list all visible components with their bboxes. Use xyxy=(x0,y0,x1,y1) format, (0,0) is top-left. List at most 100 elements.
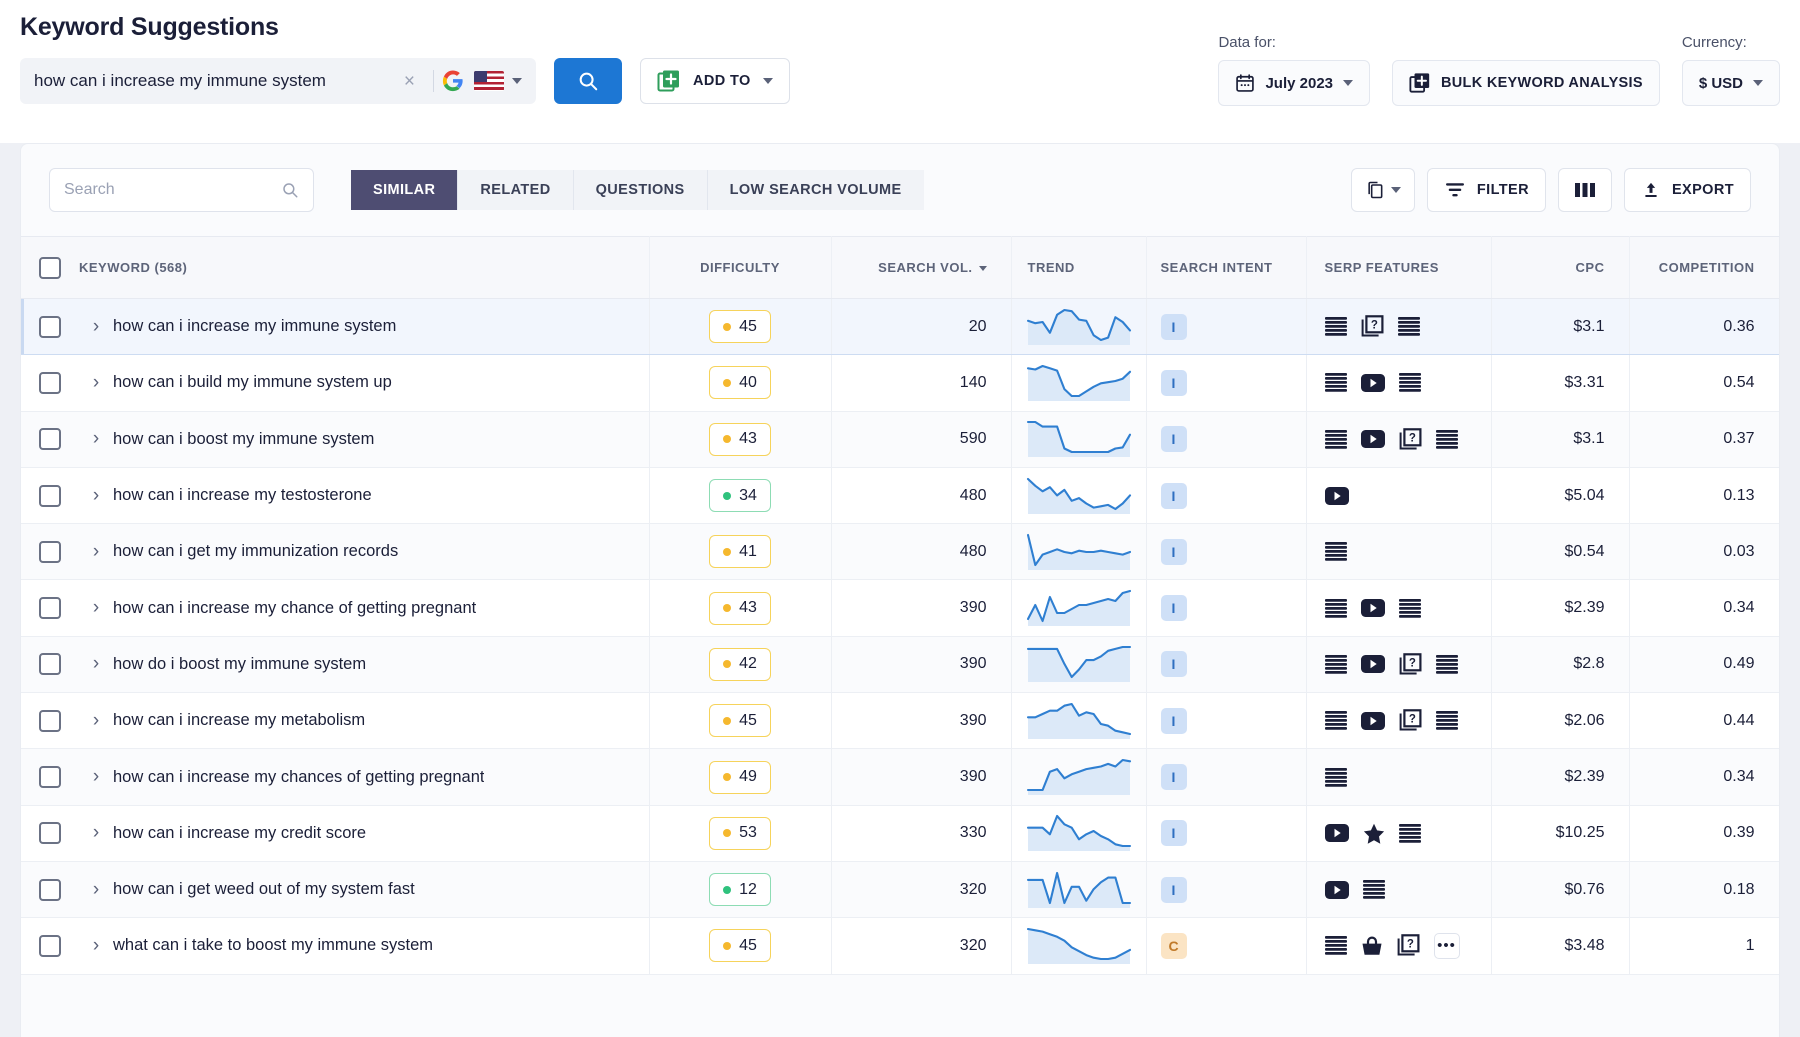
trend-cell[interactable] xyxy=(1011,467,1146,523)
tab-related[interactable]: RELATED xyxy=(458,170,573,210)
serp-snippet-icon[interactable] xyxy=(1325,936,1347,955)
serp-organic-icon[interactable] xyxy=(1325,768,1347,787)
serp-video-icon[interactable] xyxy=(1325,881,1349,899)
difficulty-badge[interactable]: 41 xyxy=(709,535,771,568)
chevron-down-icon[interactable] xyxy=(1343,80,1353,86)
table-row[interactable]: › how can i build my immune system up 40… xyxy=(21,355,1779,411)
search-intent-badge[interactable]: I xyxy=(1161,708,1187,734)
table-row[interactable]: › how can i increase my metabolism 45 39… xyxy=(21,693,1779,749)
difficulty-badge[interactable]: 45 xyxy=(709,704,771,737)
serp-snippet-icon[interactable] xyxy=(1325,711,1347,730)
serp-video-icon[interactable] xyxy=(1361,712,1385,730)
trend-cell[interactable] xyxy=(1011,861,1146,917)
serp-organic-icon[interactable] xyxy=(1325,542,1347,561)
search-intent-badge[interactable]: I xyxy=(1161,877,1187,903)
table-row[interactable]: › how can i get my immunization records … xyxy=(21,524,1779,580)
keyword-text[interactable]: what can i take to boost my immune syste… xyxy=(113,936,433,955)
col-cpc[interactable]: CPC xyxy=(1491,237,1629,299)
difficulty-badge[interactable]: 43 xyxy=(709,592,771,625)
difficulty-badge[interactable]: 53 xyxy=(709,817,771,850)
serp-organic-icon[interactable] xyxy=(1399,599,1421,618)
serp-organic-icon[interactable] xyxy=(1399,373,1421,392)
keyword-search-value[interactable]: how can i increase my immune system xyxy=(34,71,394,91)
serp-video-icon[interactable] xyxy=(1361,599,1385,617)
keyword-text[interactable]: how can i get weed out of my system fast xyxy=(113,880,415,899)
chevron-down-icon[interactable] xyxy=(763,78,773,84)
copy-button[interactable] xyxy=(1351,168,1415,212)
serp-organic-icon[interactable] xyxy=(1399,824,1421,843)
keyword-text[interactable]: how can i increase my metabolism xyxy=(113,711,365,730)
bulk-keyword-analysis-button[interactable]: BULK KEYWORD ANALYSIS xyxy=(1392,60,1660,106)
serp-organic-icon[interactable] xyxy=(1363,880,1385,899)
table-row[interactable]: › how can i increase my credit score 53 … xyxy=(21,805,1779,861)
table-row[interactable]: › how can i increase my chance of gettin… xyxy=(21,580,1779,636)
chevron-down-icon[interactable] xyxy=(1753,80,1763,86)
col-keyword[interactable]: KEYWORD (568) xyxy=(79,237,649,299)
keyword-text[interactable]: how can i build my immune system up xyxy=(113,373,392,392)
table-row[interactable]: › what can i take to boost my immune sys… xyxy=(21,918,1779,974)
expand-row-icon[interactable]: › xyxy=(79,653,113,675)
difficulty-badge[interactable]: 45 xyxy=(709,310,771,343)
serp-organic-icon[interactable] xyxy=(1436,430,1458,449)
serp-people-also-ask-icon[interactable]: ? xyxy=(1399,428,1422,451)
row-checkbox[interactable] xyxy=(39,316,61,338)
tab-similar[interactable]: SIMILAR xyxy=(351,170,458,210)
row-checkbox[interactable] xyxy=(39,766,61,788)
trend-cell[interactable] xyxy=(1011,580,1146,636)
row-checkbox[interactable] xyxy=(39,710,61,732)
trend-cell[interactable] xyxy=(1011,805,1146,861)
row-checkbox[interactable] xyxy=(39,485,61,507)
row-checkbox[interactable] xyxy=(39,541,61,563)
table-row[interactable]: › how can i increase my chances of getti… xyxy=(21,749,1779,805)
trend-cell[interactable] xyxy=(1011,918,1146,974)
col-difficulty[interactable]: DIFFICULTY xyxy=(649,237,831,299)
difficulty-badge[interactable]: 40 xyxy=(709,366,771,399)
row-checkbox[interactable] xyxy=(39,879,61,901)
search-input[interactable] xyxy=(64,181,281,199)
keyword-text[interactable]: how can i boost my immune system xyxy=(113,430,374,449)
search-intent-badge[interactable]: C xyxy=(1161,933,1187,959)
serp-shopping-icon[interactable] xyxy=(1361,935,1383,956)
row-checkbox[interactable] xyxy=(39,935,61,957)
difficulty-badge[interactable]: 49 xyxy=(709,761,771,794)
search-intent-badge[interactable]: I xyxy=(1161,651,1187,677)
table-row[interactable]: › how can i increase my immune system 45… xyxy=(21,299,1779,355)
expand-row-icon[interactable]: › xyxy=(79,879,113,901)
serp-organic-icon[interactable] xyxy=(1436,711,1458,730)
col-serp-features[interactable]: SERP FEATURES xyxy=(1306,237,1491,299)
keyword-text[interactable]: how can i increase my chance of getting … xyxy=(113,599,476,618)
tab-questions[interactable]: QUESTIONS xyxy=(574,170,708,210)
serp-snippet-icon[interactable] xyxy=(1325,317,1347,336)
table-row[interactable]: › how can i increase my testosterone 34 … xyxy=(21,467,1779,523)
add-to-button[interactable]: ADD TO xyxy=(640,58,790,104)
keyword-text[interactable]: how do i boost my immune system xyxy=(113,655,366,674)
filter-button[interactable]: FILTER xyxy=(1427,168,1546,212)
row-checkbox[interactable] xyxy=(39,428,61,450)
difficulty-badge[interactable]: 42 xyxy=(709,648,771,681)
expand-row-icon[interactable]: › xyxy=(79,541,113,563)
keyword-text[interactable]: how can i increase my chances of getting… xyxy=(113,768,484,787)
search-intent-badge[interactable]: I xyxy=(1161,426,1187,452)
table-row[interactable]: › how can i boost my immune system 43 59… xyxy=(21,411,1779,467)
search-intent-badge[interactable]: I xyxy=(1161,314,1187,340)
row-checkbox[interactable] xyxy=(39,597,61,619)
serp-reviews-star-icon[interactable] xyxy=(1363,823,1385,844)
trend-cell[interactable] xyxy=(1011,749,1146,805)
currency-selector-button[interactable]: $ USD xyxy=(1682,60,1780,106)
col-competition[interactable]: COMPETITION xyxy=(1629,237,1779,299)
search-button[interactable] xyxy=(554,58,622,104)
table-row[interactable]: › how can i get weed out of my system fa… xyxy=(21,861,1779,917)
expand-row-icon[interactable]: › xyxy=(79,822,113,844)
country-flag-us-icon[interactable] xyxy=(474,71,504,91)
select-all-checkbox[interactable] xyxy=(39,257,61,279)
row-checkbox[interactable] xyxy=(39,372,61,394)
serp-people-also-ask-icon[interactable]: ? xyxy=(1397,934,1420,957)
trend-cell[interactable] xyxy=(1011,636,1146,692)
search-intent-badge[interactable]: I xyxy=(1161,820,1187,846)
serp-video-icon[interactable] xyxy=(1361,655,1385,673)
serp-snippet-icon[interactable] xyxy=(1325,373,1347,392)
serp-snippet-icon[interactable] xyxy=(1325,655,1347,674)
serp-organic-icon[interactable] xyxy=(1398,317,1420,336)
difficulty-badge[interactable]: 45 xyxy=(709,929,771,962)
search-intent-badge[interactable]: I xyxy=(1161,764,1187,790)
